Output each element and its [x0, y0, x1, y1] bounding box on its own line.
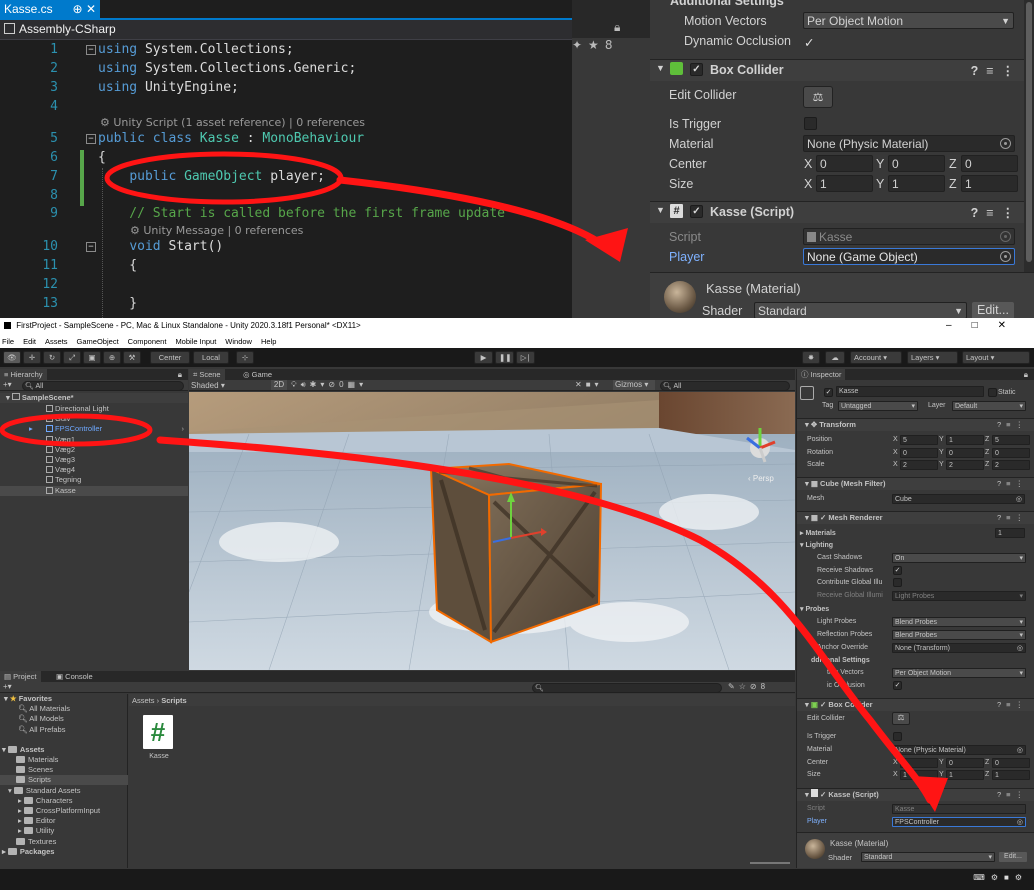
annotation-overlay: [0, 151, 948, 812]
annotation-arrow-top: [336, 176, 614, 254]
annotation-circle-player: [104, 151, 344, 205]
annotation-arrow-bottom: [156, 436, 934, 804]
annotation-circle-fpscontroller: [0, 413, 153, 447]
